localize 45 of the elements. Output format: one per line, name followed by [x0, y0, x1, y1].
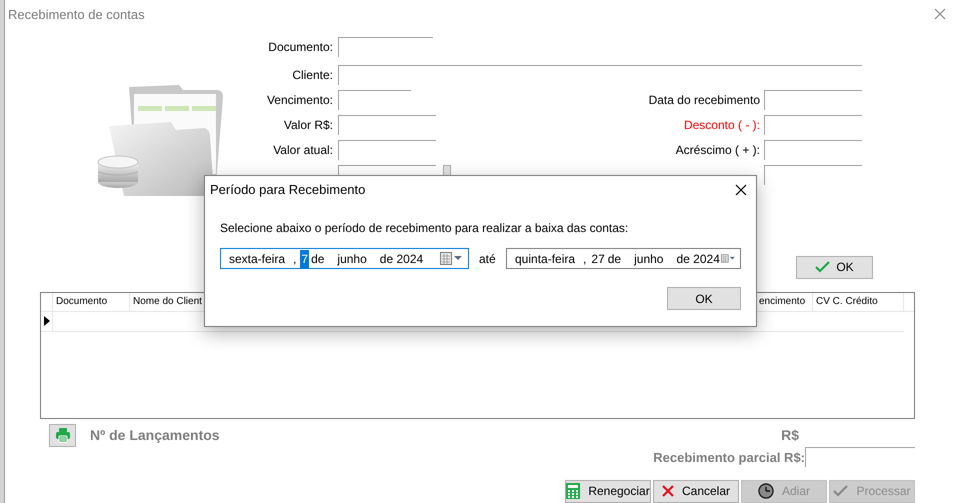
field-label: Valor atual:: [272, 142, 334, 159]
field-label: Vencimento:: [266, 92, 334, 109]
entries-count-label: Nº de Lançamentos: [90, 426, 220, 445]
field-label: Desconto ( - ):: [684, 116, 761, 134]
dialog-ok-button[interactable]: OK: [667, 287, 741, 310]
date-segment[interactable]: sexta-feira: [228, 250, 286, 268]
column-header[interactable]: Documento: [53, 292, 130, 311]
dialog-message: Selecione abaixo o período de recebimento para realizar a baixa das contas:: [220, 220, 630, 237]
date-segment[interactable]: 7: [300, 250, 310, 268]
date-segment[interactable]: ,: [582, 250, 588, 268]
action-button[interactable]: Renegociar: [565, 480, 651, 503]
date-segment[interactable]: 27: [590, 250, 606, 268]
check-icon: [833, 485, 848, 498]
calculator-icon: [566, 483, 580, 500]
date-segment[interactable]: de: [310, 250, 326, 268]
separator-label: até: [479, 250, 497, 268]
field-label: Acréscimo ( + ):: [676, 142, 761, 159]
close-icon[interactable]: [735, 184, 747, 196]
field-label: Cliente:: [291, 66, 334, 84]
check-icon: [815, 261, 830, 274]
date-segment[interactable]: de: [606, 250, 622, 268]
date-segment[interactable]: de 2024: [378, 250, 424, 268]
field-label: Valor R$:: [282, 116, 334, 134]
column-header[interactable]: CV C. Crédito: [813, 292, 904, 311]
total-label: R$: [781, 426, 799, 445]
print-button[interactable]: [49, 424, 76, 447]
date-segment[interactable]: junho: [336, 250, 368, 268]
date-segment[interactable]: de 2024: [675, 250, 721, 268]
clock-icon: [758, 483, 774, 500]
action-button[interactable]: Cancelar: [653, 480, 739, 503]
calendar-dropdown-icon[interactable]: [720, 252, 736, 265]
cross-icon: [662, 485, 674, 498]
partial-payment-label: Recebimento parcial R$:: [653, 448, 805, 467]
printer-icon: [54, 427, 70, 444]
date-segment[interactable]: junho: [633, 250, 664, 268]
dialog-title: Período para Recebimento: [210, 180, 366, 199]
ok-button[interactable]: OK: [796, 256, 873, 279]
calendar-dropdown-icon[interactable]: [440, 252, 464, 265]
date-segment[interactable]: quinta-feira: [514, 250, 576, 268]
field-label: Data do recebimento: [648, 92, 761, 109]
date-picker[interactable]: quinta-feira , 27 de junho de 2024: [506, 248, 741, 269]
window-title: Recebimento de contas: [8, 6, 145, 24]
date-picker[interactable]: sexta-feira , 7 de junho de 2024: [220, 248, 469, 269]
field-label: Documento:: [267, 38, 334, 56]
date-segment[interactable]: ,: [292, 250, 298, 268]
